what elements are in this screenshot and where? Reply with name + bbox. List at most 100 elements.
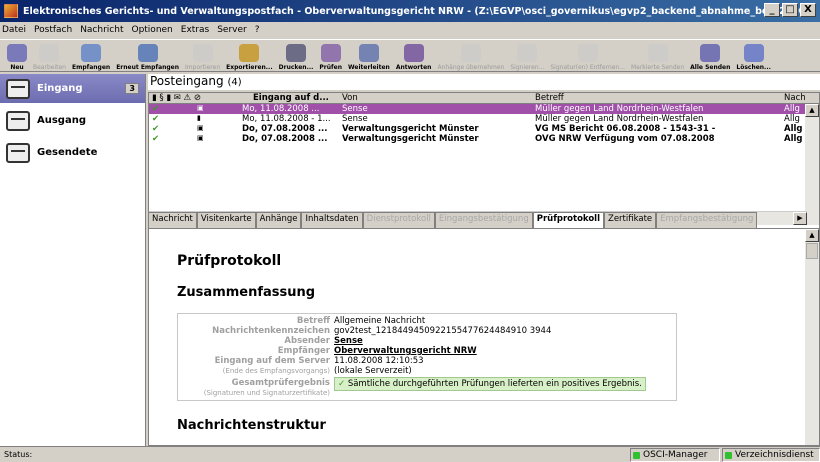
sidebar-item-gesendete[interactable]: Gesendete [0,138,145,167]
tab-nachricht[interactable]: Nachricht [148,212,197,228]
table-row[interactable]: ✔ ▣ Do, 07.08.2008 ... Verwaltungsgericht M… [149,134,819,144]
sidebar-item-label: Gesendete [37,147,98,158]
col-subject[interactable]: Betreff [535,93,564,103]
cell-from: Verwaltungsgericht Münster [342,134,479,144]
toolbar-label: Signatur(en) Entfernen... [550,64,625,71]
summary-link[interactable]: Sense [334,336,363,346]
result-text: Sämtliche durchgeführten Prüfungen liefe… [347,379,642,389]
col-from[interactable]: Von [342,93,358,103]
menu-postfach[interactable]: Postfach [34,25,72,35]
list-title: Posteingang (4) [148,74,820,90]
toolbar-reply-button[interactable]: Antworten [393,44,435,71]
minimize-button[interactable]: _ [764,3,780,17]
status-osci-manager: OSCI-Manager [630,448,720,462]
tab-prüfprotokoll[interactable]: Prüfprotokoll [532,212,604,228]
toolbar-label: Löschen... [736,64,771,71]
cell-type: Allg [784,134,803,144]
import-icon [192,44,213,62]
summary-key: Betreff [296,316,330,326]
outbox-icon [6,110,30,131]
status-directory-label: Verzeichnisdienst [735,450,814,460]
sidebar-item-ausgang[interactable]: Ausgang [0,106,145,135]
cell-from: Verwaltungsgericht Münster [342,124,479,134]
toolbar-forward-button[interactable]: Weiterleiten [345,44,393,71]
table-row[interactable]: ✔ ▮ Mo, 11.08.2008 - 1... Sense Müller gegen… [149,114,819,124]
table-row[interactable]: ✔ ▣ Mo, 11.08.2008 ... Sense Müller gegen La… [149,104,819,114]
table-row[interactable]: ✔ ▣ Do, 07.08.2008 ... Verwaltungsgericht M… [149,124,819,134]
toolbar-attach-button[interactable]: Anhänge übernehmen [434,44,507,71]
menu-datei[interactable]: Datei [2,25,26,35]
tab-empfangsbestätigung: Empfangsbestätigung [656,212,758,228]
result-label: Gesamtprüfergebnis [231,378,330,388]
status-ok-icon [725,451,732,459]
result-box: ✓ Sämtliche durchgeführten Prüfungen lie… [334,377,646,391]
menu-nachricht[interactable]: Nachricht [80,25,123,35]
summary-value: 11.08.2008 12:10:53 [334,356,424,366]
toolbar-sign-button[interactable]: Signieren... [507,44,547,71]
toolbar-label: Anhänge übernehmen [437,64,505,71]
tab-zertifikate[interactable]: Zertifikate [604,212,657,228]
scroll-thumb[interactable] [806,243,818,259]
menu-server[interactable]: Server [217,25,247,35]
summary-row: Betreff Allgemeine Nachricht [178,316,676,326]
envelope-icon: ▮ [197,114,201,122]
tab-anhänge[interactable]: Anhänge [255,212,302,228]
attachment-col-icon[interactable]: ▮ § ▮ ✉ ⚠ ⊘ [152,93,201,103]
summary-row: Absender Sense [178,336,676,346]
tab-inhaltsdaten[interactable]: Inhaltsdaten [301,212,363,228]
summary-value: (lokale Serverzeit) [334,366,412,376]
inbox-count: (4) [227,77,242,88]
toolbar-label: Exportieren... [226,64,273,71]
summary-link[interactable]: Oberverwaltungsgericht NRW [334,346,477,356]
status-osci-label: OSCI-Manager [643,450,708,460]
toolbar-edit-button[interactable]: Bearbeiten [30,44,69,71]
toolbar-send-marked-button[interactable]: Markierte Senden [628,44,687,71]
close-button[interactable]: X [800,3,816,17]
summary-key: Absender [284,336,330,346]
scroll-up-icon[interactable]: ▲ [805,229,819,242]
toolbar-delete-button[interactable]: Löschen... [733,44,774,71]
toolbar-label: Alle Senden [690,64,731,71]
title-bar[interactable]: Elektronisches Gerichts- und Verwaltungs… [0,0,820,22]
summary-row: (Ende des Empfangsvorgangs) (lokale Serve… [178,366,676,376]
tab-visitenkarte[interactable]: Visitenkarte [196,212,256,228]
tab-dienstprotokoll: Dienstprotokoll [362,212,435,228]
toolbar-receive-button[interactable]: Empfangen [69,44,113,71]
status-ok-icon [633,451,640,459]
toolbar-import-button[interactable]: Importieren [182,44,223,71]
envelope-icon: ▣ [197,124,204,132]
receive-again-icon [137,44,158,62]
result-row: Gesamtprüfergebnis ✓ Sämtliche durchgefü… [178,377,676,391]
col-type[interactable]: Nach [784,93,806,103]
menu-help[interactable]: ? [255,25,260,35]
menu-extras[interactable]: Extras [181,25,209,35]
detail-tabs: Nachricht Visitenkarte Anhänge Inhaltsdaten… [148,212,820,228]
toolbar-check-button[interactable]: Prüfen [316,44,345,71]
cell-from: Sense [342,104,368,114]
toolbar-export-button[interactable]: Exportieren... [223,44,275,71]
check-icon: ✔ [152,124,160,134]
envelope-icon: ▣ [197,134,204,142]
sidebar-item-eingang[interactable]: Eingang 3 [0,74,145,103]
detail-vertical-scrollbar[interactable]: ▲ [805,229,819,445]
toolbar-receive-again-button[interactable]: Erneut Empfangen [113,44,182,71]
toolbar-remove-signature-button[interactable]: Signatur(en) Entfernen... [547,44,628,71]
toolbar-new-message-button[interactable]: Neu [4,44,30,71]
summary-row: Eingang auf dem Server 11.08.2008 12:10:5… [178,356,676,366]
list-vertical-scrollbar[interactable]: ▲ [805,104,819,225]
check-icon [320,44,341,62]
col-received[interactable]: Eingang auf d... [253,93,329,103]
sent-icon [6,142,30,163]
export-icon [239,44,260,62]
protocol-view: Prüfprotokoll Zusammenfassung Betreff All… [148,228,820,446]
summary-key: Empfänger [277,346,330,356]
menu-optionen[interactable]: Optionen [131,25,172,35]
maximize-button[interactable]: □ [782,3,798,17]
result-sublabel: (Signaturen und Signaturzertifikate) [203,389,330,397]
print-icon [286,44,307,62]
toolbar-print-button[interactable]: Drucken... [276,44,317,71]
list-header: ▮ § ▮ ✉ ⚠ ⊘ Eingang auf d... Von Betreff… [149,93,819,104]
attach-icon [460,44,481,62]
scroll-up-icon[interactable]: ▲ [805,104,819,117]
toolbar-send-all-button[interactable]: Alle Senden [687,44,733,71]
